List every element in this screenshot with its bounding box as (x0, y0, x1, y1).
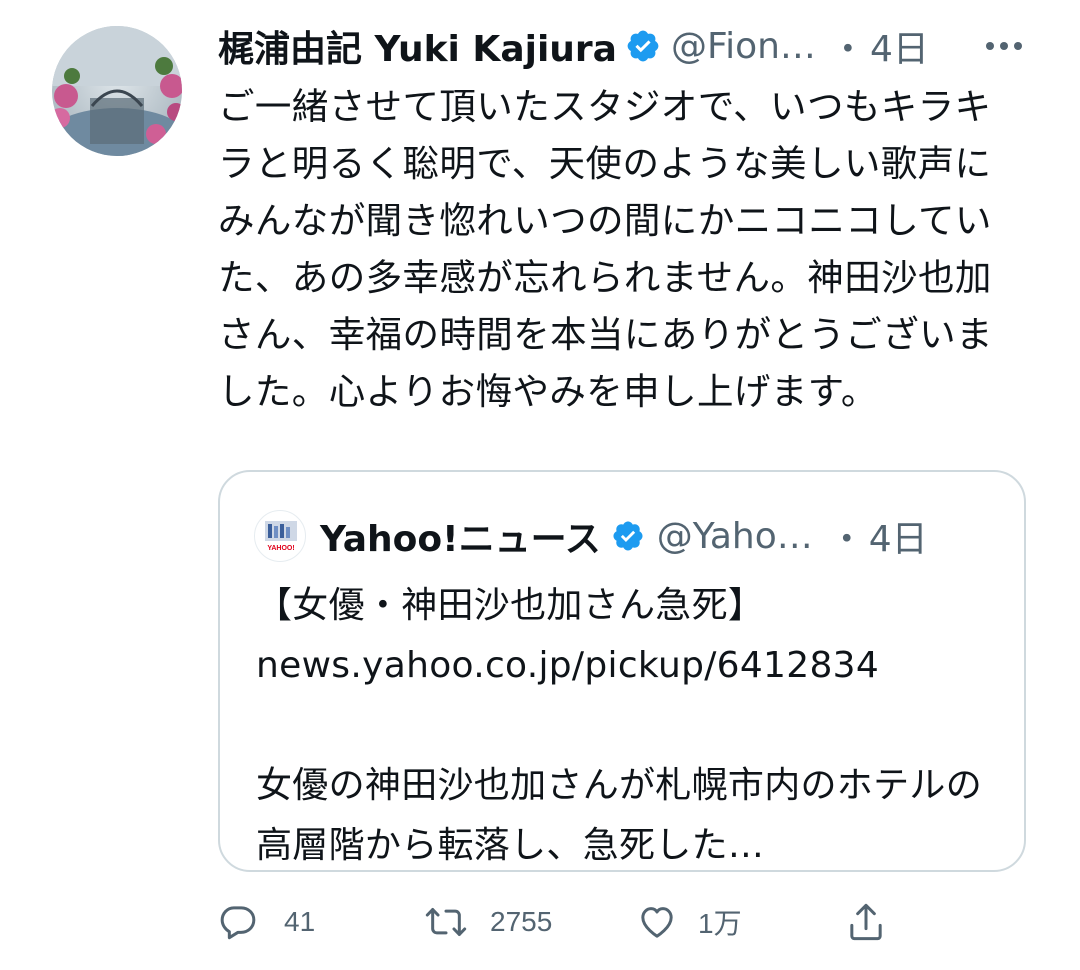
author-avatar[interactable] (52, 26, 182, 156)
quoted-verified-badge-icon (611, 519, 645, 553)
tweet-action-bar: 41 2755 1万 (218, 894, 898, 950)
more-icon[interactable] (980, 22, 1028, 70)
like-button[interactable]: 1万 (636, 894, 742, 950)
share-button[interactable] (846, 894, 886, 950)
quoted-tweet-timestamp[interactable]: 4日 (869, 510, 928, 562)
tweet-timestamp[interactable]: 4日 (870, 20, 929, 72)
like-icon (636, 902, 678, 942)
share-icon (846, 900, 886, 944)
reply-button[interactable]: 41 (218, 894, 315, 950)
author-handle[interactable]: @Fion… (671, 26, 816, 67)
quoted-tweet-header: Yahoo!ニュース @Yaho… ・ 4日 (320, 508, 928, 564)
tweet: 梶浦由記 Yuki Kajiura @Fion… ・ 4日 ご一緒させて頂いたス… (0, 0, 1080, 970)
tweet-header: 梶浦由記 Yuki Kajiura @Fion… ・ 4日 (218, 18, 1038, 74)
retweet-button[interactable]: 2755 (424, 894, 552, 950)
like-count: 1万 (698, 908, 742, 939)
retweet-icon (424, 902, 468, 942)
retweet-count: 2755 (490, 906, 553, 937)
quoted-separator-dot: ・ (828, 519, 865, 560)
separator-dot: ・ (829, 29, 866, 70)
reply-count: 41 (284, 906, 316, 937)
quoted-avatar-logo-text: YAHOO! (267, 545, 294, 552)
quoted-tweet-text: 【女優・神田沙也加さん急死】 news.yahoo.co.jp/pickup/6… (256, 585, 983, 866)
quoted-author-display-name[interactable]: Yahoo!ニュース (320, 510, 601, 562)
quoted-author-handle[interactable]: @Yaho… (657, 516, 813, 557)
tweet-text: ご一緒させて頂いたスタジオで、いつもキラキラと明るく聡明で、天使のような美しい歌… (218, 85, 993, 413)
reply-icon (218, 902, 258, 942)
verified-badge-icon (625, 28, 661, 64)
quoted-tweet[interactable]: YAHOO! Yahoo!ニュース @Yaho… ・ 4日 【女優・神田沙也加さ… (218, 470, 1026, 872)
quoted-author-avatar[interactable]: YAHOO! (254, 510, 306, 562)
author-display-name[interactable]: 梶浦由記 Yuki Kajiura (218, 20, 617, 72)
